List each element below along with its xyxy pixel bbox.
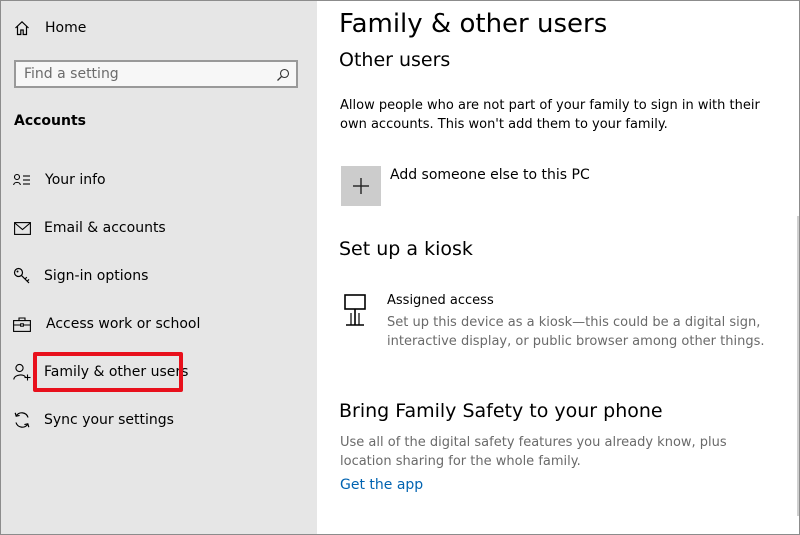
scrollbar[interactable] (797, 216, 799, 516)
kiosk-heading: Set up a kiosk (339, 238, 473, 260)
plus-icon (353, 178, 369, 194)
search-input[interactable] (24, 65, 264, 83)
sidebar-item-label: Your info (45, 172, 106, 188)
main-content: Family & other users Other users Allow p… (317, 1, 799, 534)
page-title: Family & other users (339, 9, 608, 39)
sync-icon (12, 410, 32, 430)
sidebar-item-sign-in-options[interactable]: Sign-in options (1, 256, 317, 296)
sidebar-item-label: Sync your settings (44, 412, 174, 428)
sidebar-item-label: Email & accounts (44, 220, 166, 236)
home-label: Home (45, 20, 87, 36)
selection-highlight (33, 352, 183, 392)
sidebar-item-your-info[interactable]: Your info (1, 160, 317, 200)
key-icon (12, 266, 32, 286)
kiosk-icon[interactable] (343, 293, 373, 329)
get-the-app-link[interactable]: Get the app (340, 477, 423, 493)
search-icon[interactable] (276, 67, 290, 81)
add-user-button[interactable] (341, 166, 381, 206)
home-icon (12, 18, 32, 38)
briefcase-icon (12, 314, 32, 334)
sidebar-item-sync-settings[interactable]: Sync your settings (1, 400, 317, 440)
nav-home[interactable]: Home (1, 8, 317, 48)
your-info-icon (12, 170, 32, 190)
sidebar-item-email-accounts[interactable]: Email & accounts (1, 208, 317, 248)
other-users-heading: Other users (339, 49, 451, 71)
person-add-icon (12, 362, 32, 382)
accounts-heading: Accounts (14, 113, 87, 129)
other-users-description: Allow people who are not part of your fa… (340, 98, 760, 132)
family-safety-description: Use all of the digital safety features y… (340, 435, 727, 469)
sidebar-item-label: Sign-in options (44, 268, 149, 284)
sidebar-item-label: Access work or school (46, 316, 201, 332)
sidebar-item-access-work[interactable]: Access work or school (1, 304, 317, 344)
search-box[interactable] (14, 60, 298, 88)
add-user-label[interactable]: Add someone else to this PC (390, 167, 590, 183)
family-safety-heading: Bring Family Safety to your phone (339, 400, 663, 422)
sidebar: Home Accounts Your info (1, 1, 317, 534)
mail-icon (12, 218, 32, 238)
assigned-access-title[interactable]: Assigned access (387, 293, 494, 308)
assigned-access-description: Set up this device as a kiosk—this could… (387, 315, 765, 349)
